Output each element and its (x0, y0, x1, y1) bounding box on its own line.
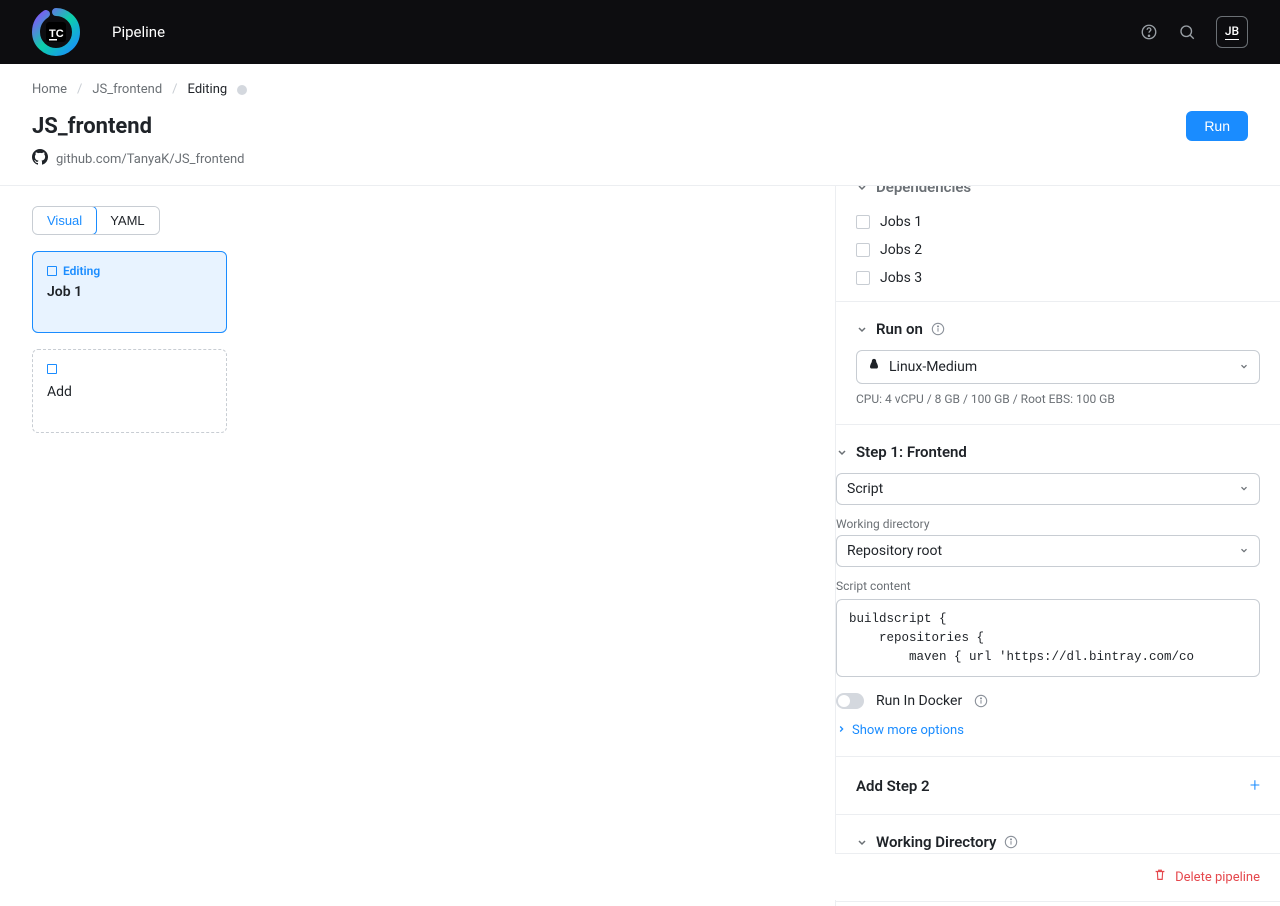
topbar: TC Pipeline JB (0, 0, 1280, 64)
github-icon (32, 149, 48, 169)
add-step-title: Add Step 2 (856, 777, 930, 795)
chevron-right-icon (836, 723, 846, 738)
info-icon[interactable] (1004, 835, 1018, 849)
repo-url[interactable]: github.com/TanyaK/JS_frontend (56, 152, 245, 167)
delete-pipeline-button[interactable]: Delete pipeline (1153, 868, 1260, 886)
crumb-current: Editing (188, 82, 228, 97)
add-job-card[interactable]: Add (32, 349, 227, 433)
toggle-visual[interactable]: Visual (32, 206, 97, 235)
checkbox[interactable] (856, 215, 870, 229)
crumb-project[interactable]: JS_frontend (92, 82, 162, 97)
chevron-down-icon (1239, 481, 1249, 497)
canvas: Visual YAML Editing Job 1 Add (0, 186, 835, 906)
section-publish: Publish Files debug/bin/setup.exe target… (836, 902, 1280, 906)
show-more-link[interactable]: Show more options (836, 723, 1260, 738)
runon-value: Linux-Medium (889, 359, 977, 375)
section-title: Step 1: Frontend (856, 443, 967, 461)
plus-icon[interactable]: + (1250, 775, 1260, 796)
chevron-down-icon[interactable] (856, 323, 868, 335)
job-icon (47, 266, 57, 276)
script-label: Script content (836, 579, 1260, 593)
svg-text:TC: TC (49, 28, 64, 40)
chevron-down-icon (856, 186, 868, 193)
page-title: JS_frontend (32, 114, 152, 139)
job-icon (47, 364, 57, 374)
info-icon[interactable] (974, 694, 988, 708)
crumb-home[interactable]: Home (32, 82, 67, 97)
crumb-sep: / (77, 82, 82, 97)
job-card-editing[interactable]: Editing Job 1 (32, 251, 227, 333)
dep-checkbox-row[interactable]: Jobs 2 (836, 236, 1280, 264)
linux-icon (867, 358, 881, 376)
chevron-down-icon[interactable] (856, 836, 868, 848)
side-panel: Dependencies Jobs 1 Jobs 2 Jobs 3 Run on… (835, 186, 1280, 906)
wd-value: Repository root (847, 543, 942, 559)
runon-meta: CPU: 4 vCPU / 8 GB / 100 GB / Root EBS: … (856, 392, 1260, 406)
step-type-select[interactable]: Script (836, 473, 1260, 505)
view-toggle: Visual YAML (32, 206, 160, 235)
brand-name: Pipeline (112, 23, 165, 41)
section-dependencies-head[interactable]: Dependencies (836, 186, 1280, 208)
panel-footer: Delete pipeline (835, 853, 1280, 900)
avatar[interactable]: JB (1216, 16, 1248, 48)
chevron-down-icon (1239, 359, 1249, 375)
section-title: Run on (876, 320, 923, 338)
toggle-yaml[interactable]: YAML (96, 207, 158, 234)
trash-icon (1153, 868, 1167, 886)
add-label: Add (47, 384, 212, 400)
script-content[interactable]: buildscript { repositories { maven { url… (836, 599, 1260, 677)
checkbox[interactable] (856, 243, 870, 257)
crumb-sep: / (172, 82, 177, 97)
chevron-down-icon[interactable] (836, 446, 848, 458)
dep-label: Jobs 3 (880, 270, 922, 286)
status-dot-icon (237, 85, 247, 95)
runon-select[interactable]: Linux-Medium (856, 350, 1260, 384)
dep-checkbox-row[interactable]: Jobs 1 (836, 208, 1280, 236)
job-card-title: Job 1 (47, 284, 212, 300)
chevron-down-icon (1239, 543, 1249, 559)
checkbox[interactable] (856, 271, 870, 285)
section-run-on: Run on Linux-Medium CPU: 4 vCPU / 8 GB /… (836, 302, 1280, 425)
docker-toggle[interactable] (836, 693, 864, 709)
step-type-value: Script (847, 481, 883, 497)
editing-badge: Editing (63, 264, 100, 278)
section-step1: Step 1: Frontend Script Working director… (836, 425, 1280, 757)
section-title: Working Directory (876, 833, 996, 851)
help-icon[interactable] (1140, 23, 1158, 41)
wd-label: Working directory (836, 517, 1260, 531)
info-icon[interactable] (931, 322, 945, 336)
breadcrumb: Home / JS_frontend / Editing (32, 82, 1248, 97)
dep-label: Jobs 1 (880, 214, 922, 230)
page-header: Home / JS_frontend / Editing JS_frontend… (0, 64, 1280, 186)
run-button[interactable]: Run (1186, 111, 1248, 141)
dep-checkbox-row[interactable]: Jobs 3 (836, 264, 1280, 292)
docker-label: Run In Docker (876, 693, 962, 709)
search-icon[interactable] (1178, 23, 1196, 41)
teamcity-logo: TC (32, 8, 80, 56)
section-add-step[interactable]: Add Step 2 + (836, 757, 1280, 815)
dep-label: Jobs 2 (880, 242, 922, 258)
wd-select[interactable]: Repository root (836, 535, 1260, 567)
